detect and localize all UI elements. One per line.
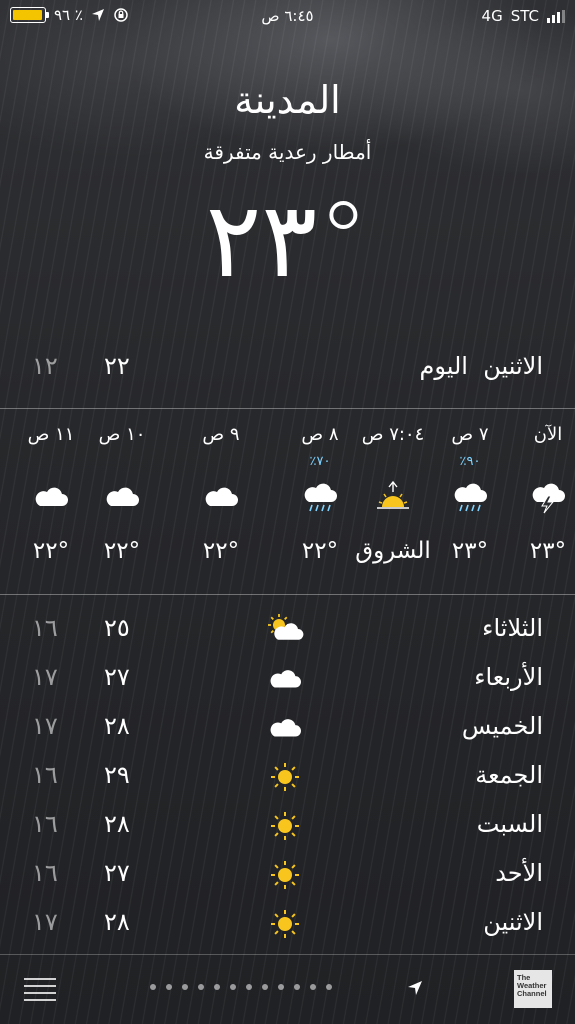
daily-row: الاثنين ٢٨ ١٧ [0,904,575,944]
carrier-name: STC [510,7,539,25]
daily-day: الاثنين [483,908,543,936]
daily-row: السبت ٢٨ ١٦ [0,806,575,846]
daily-low: ١٧ [32,908,58,936]
daily-day: الجمعة [475,761,543,789]
daily-day: الأربعاء [474,663,543,691]
today-summary: الاثنين اليوم ٢٢ ١٢ [0,352,575,392]
hourly-time: ٧ ص [451,424,489,445]
daily-low: ١٦ [32,859,58,887]
daily-row: الثلاثاء ٢٥ ١٦ [0,610,575,650]
hourly-item: ٧:٠٤ ص الشروق [351,410,435,594]
status-bar: ٩٦ ٪ ٦:٤٥ ص 4G STC [0,0,575,34]
page-dot[interactable] [150,984,156,990]
city-list-icon[interactable] [24,978,56,1001]
hourly-temp: ٢٢° [301,538,339,564]
hourly-item: ٩ ص ٢٢° [179,410,263,594]
hourly-time: ٧:٠٤ ص [361,424,425,445]
condition-text: أمطار رعدية متفرقة [203,140,372,164]
hourly-forecast[interactable]: الآن ٢٣° ٧ ص ٪٩٠ ٢٣° ٧:٠٤ ص الشروق ٨ ص ٪… [0,410,575,594]
hourly-temp: ٢٣° [529,538,567,564]
daily-high: ٢٧ [104,663,130,691]
hourly-precip-chance: ٪٩٠ [459,454,481,469]
daily-day: الخميس [461,712,543,740]
hourly-item: ١١ ص ٢٢° [9,410,93,594]
daily-high: ٢٥ [104,614,130,642]
bottom-toolbar: The Weather Channel [0,954,575,1024]
signal-icon [547,9,565,23]
hourly-item: ٧ ص ٪٩٠ ٢٣° [428,410,512,594]
thunderstorm-icon [528,480,568,514]
daily-row: الخميس ٢٨ ١٧ [0,708,575,748]
divider-top [0,408,575,409]
page-dot[interactable] [198,984,204,990]
hourly-precip-chance: ٪٧٠ [309,454,331,469]
divider-bottom [0,594,575,595]
hourly-item: ٨ ص ٪٧٠ ٢٢° [278,410,362,594]
page-dot[interactable] [294,984,300,990]
sun-icon [266,859,304,891]
hourly-time: الآن [533,424,563,445]
partly-cloudy-icon [266,614,304,646]
page-dot[interactable] [278,984,284,990]
daily-low: ١٦ [32,761,58,789]
network-type: 4G [481,7,503,25]
cloud-icon [266,663,304,695]
today-high: ٢٢ [104,352,130,380]
weather-channel-logo[interactable]: The Weather Channel [514,970,552,1008]
daily-row: الأربعاء ٢٧ ١٧ [0,659,575,699]
sun-icon [266,761,304,793]
daily-low: ١٦ [32,810,58,838]
sunrise-icon [373,480,413,514]
page-dot[interactable] [230,984,236,990]
hourly-item: الآن ٢٣° [506,410,575,594]
daily-high: ٢٨ [104,908,130,936]
daily-high: ٢٩ [104,761,130,789]
hourly-time: ١١ ص [27,424,75,445]
cloud-icon [266,712,304,744]
daily-low: ١٦ [32,614,58,642]
daily-low: ١٧ [32,663,58,691]
today-day: الاثنين اليوم [419,352,543,380]
page-dot[interactable] [214,984,220,990]
daily-high: ٢٨ [104,810,130,838]
daily-high: ٢٧ [104,859,130,887]
cloud-icon [102,480,142,514]
page-dot[interactable] [246,984,252,990]
daily-row: الأحد ٢٧ ١٦ [0,855,575,895]
daily-day: السبت [476,810,543,838]
daily-low: ١٧ [32,712,58,740]
city-name: المدينة [234,78,341,122]
hourly-temp: الشروق [355,538,431,564]
hourly-temp: ٢٣° [451,538,489,564]
rain-icon [450,480,490,514]
page-dot[interactable] [262,984,268,990]
daily-day: الثلاثاء [482,614,543,642]
rain-icon [300,480,340,514]
daily-row: الجمعة ٢٩ ١٦ [0,757,575,797]
hourly-temp: ٢٢° [202,538,240,564]
cloud-icon [201,480,241,514]
hourly-time: ٩ ص [202,424,240,445]
today-label: اليوم [419,352,468,380]
page-dot[interactable] [326,984,332,990]
current-temperature: ٢٣° [205,179,370,301]
sun-icon [266,908,304,940]
current-location-icon[interactable] [405,978,425,998]
cloud-icon [31,480,71,514]
page-dot[interactable] [310,984,316,990]
daily-day: الأحد [495,859,543,887]
page-dots[interactable] [150,984,332,990]
sun-icon [266,810,304,842]
daily-high: ٢٨ [104,712,130,740]
today-low: ١٢ [32,352,58,380]
hourly-time: ٨ ص [301,424,339,445]
hourly-temp: ٢٢° [32,538,70,564]
page-dot[interactable] [166,984,172,990]
page-dot[interactable] [182,984,188,990]
